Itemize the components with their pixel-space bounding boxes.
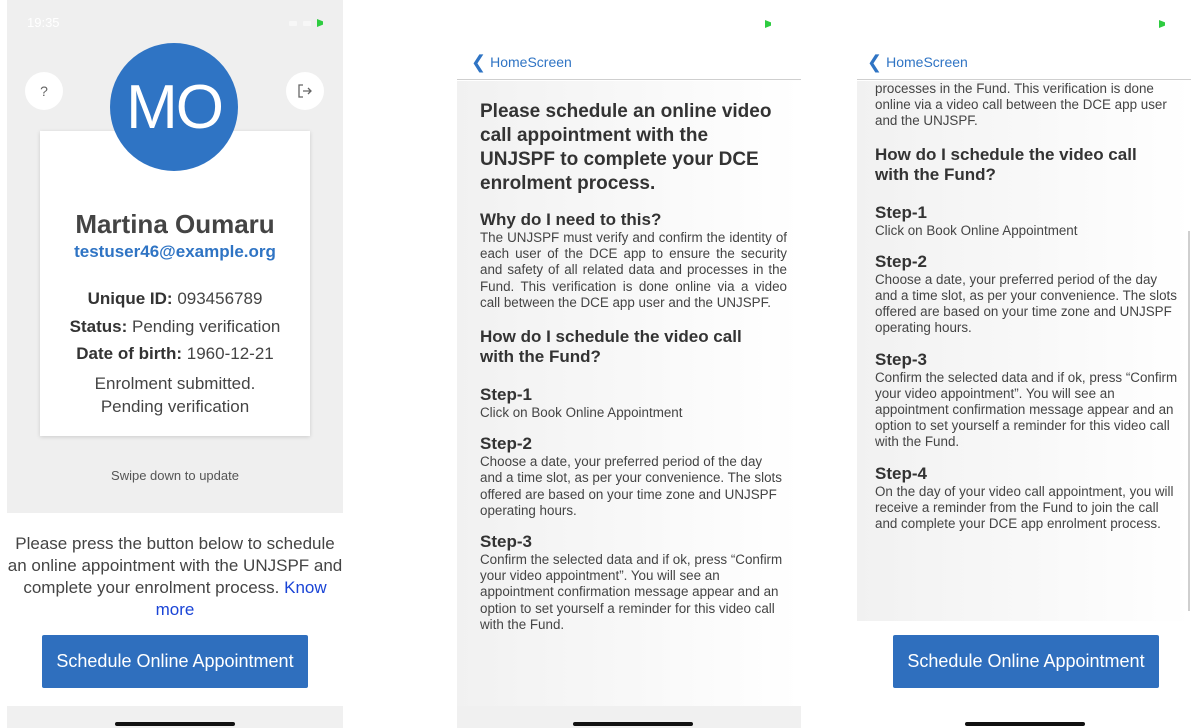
profile-card: Martina Oumaru testuser46@example.org Un…	[40, 131, 310, 436]
article-content: processes in the Fund. This verification…	[875, 81, 1180, 532]
swipe-hint: Swipe down to update	[111, 468, 239, 483]
why-heading: Why do I need to this?	[480, 210, 662, 229]
step-2-body: Choose a date, your preferred period of …	[480, 454, 782, 518]
help-button[interactable]: ?	[25, 72, 63, 110]
status-label: Status:	[69, 317, 128, 336]
step-1-title: Step-1	[480, 385, 532, 405]
status-time: 19:35	[27, 15, 60, 30]
unique-id-row: Unique ID: 093456789	[40, 289, 310, 309]
scrollbar[interactable]	[1188, 231, 1190, 611]
schedule-appointment-button[interactable]: Schedule Online Appointment	[893, 635, 1159, 688]
home-bar	[7, 706, 343, 728]
enrolment-status-line2: Pending verification	[100, 397, 250, 416]
battery-icon	[1159, 20, 1165, 28]
back-label: HomeScreen	[490, 54, 572, 70]
user-name: Martina Oumaru	[75, 209, 275, 239]
wifi-icon	[303, 20, 311, 26]
article-scroll-area[interactable]: processes in the Fund. This verification…	[857, 81, 1191, 621]
enrolment-status-line1: Enrolment submitted.	[94, 374, 256, 393]
status-value: Pending verification	[131, 317, 281, 336]
why-body-tail: processes in the Fund. This verification…	[875, 81, 1167, 129]
chevron-left-icon: ❮	[867, 52, 883, 72]
unique-id-label: Unique ID:	[87, 289, 173, 308]
nav-bar: ❮ HomeScreen	[457, 0, 801, 80]
profile-header-area: 19:35 ? MO Martina Oumaru testuser46@exa…	[7, 0, 343, 513]
step-3-title: Step-3	[480, 532, 532, 552]
chevron-left-icon: ❮	[471, 52, 487, 72]
step-1-title: Step-1	[875, 202, 927, 222]
home-bar	[457, 706, 801, 728]
home-indicator[interactable]	[965, 722, 1085, 726]
home-bar	[857, 706, 1191, 728]
status-row: Status: Pending verification	[40, 317, 310, 337]
info-screen-scrolled: ❮ HomeScreen processes in the Fund. This…	[857, 0, 1191, 728]
step-3-body: Confirm the selected data and if ok, pre…	[875, 369, 1178, 450]
user-email: testuser46@example.org	[74, 242, 276, 261]
home-indicator[interactable]	[573, 722, 693, 726]
step-1-body: Click on Book Online Appointment	[480, 405, 683, 421]
how-heading: How do I schedule the video call with th…	[875, 144, 1137, 184]
schedule-appointment-button[interactable]: Schedule Online Appointment	[42, 635, 308, 688]
dob-row: Date of birth: 1960-12-21	[40, 344, 310, 364]
question-icon: ?	[40, 83, 48, 99]
step-3-title: Step-3	[875, 349, 927, 369]
step-2-title: Step-2	[480, 434, 532, 454]
battery-icon	[317, 19, 323, 27]
logout-button[interactable]	[286, 72, 324, 110]
logout-icon	[298, 84, 312, 98]
how-heading: How do I schedule the video call with th…	[480, 327, 742, 367]
nav-bar: ❮ HomeScreen	[857, 0, 1191, 80]
article-scroll-area[interactable]: Please schedule an online video call app…	[457, 81, 801, 706]
dob-label: Date of birth:	[76, 344, 183, 363]
back-button[interactable]: ❮ HomeScreen	[471, 52, 572, 72]
step-2-body: Choose a date, your preferred period of …	[875, 271, 1177, 336]
article-content: Please schedule an online video call app…	[480, 100, 787, 633]
info-screen-top: ❮ HomeScreen Please schedule an online v…	[457, 0, 801, 728]
instruction-text: Please press the button below to schedul…	[7, 533, 343, 621]
step-2-title: Step-2	[875, 251, 927, 271]
status-indicators	[289, 19, 323, 27]
step-3-body: Confirm the selected data and if ok, pre…	[480, 552, 783, 632]
why-body: The UNJSPF must verify and confirm the i…	[480, 230, 787, 310]
battery-icon	[765, 20, 771, 28]
dob-value: 1960-12-21	[186, 344, 274, 363]
article-title: Please schedule an online video call app…	[480, 101, 772, 194]
back-button[interactable]: ❮ HomeScreen	[867, 52, 968, 72]
step-4-title: Step-4	[875, 463, 927, 483]
profile-screen: 19:35 ? MO Martina Oumaru testuser46@exa…	[7, 0, 343, 728]
step-1-body: Click on Book Online Appointment	[875, 222, 1078, 238]
back-label: HomeScreen	[886, 54, 968, 70]
avatar: MO	[110, 43, 238, 171]
unique-id-value: 093456789	[177, 289, 263, 308]
signal-icon	[289, 20, 297, 26]
step-4-body: On the day of your video call appointmen…	[875, 483, 1174, 532]
home-indicator[interactable]	[115, 722, 235, 726]
